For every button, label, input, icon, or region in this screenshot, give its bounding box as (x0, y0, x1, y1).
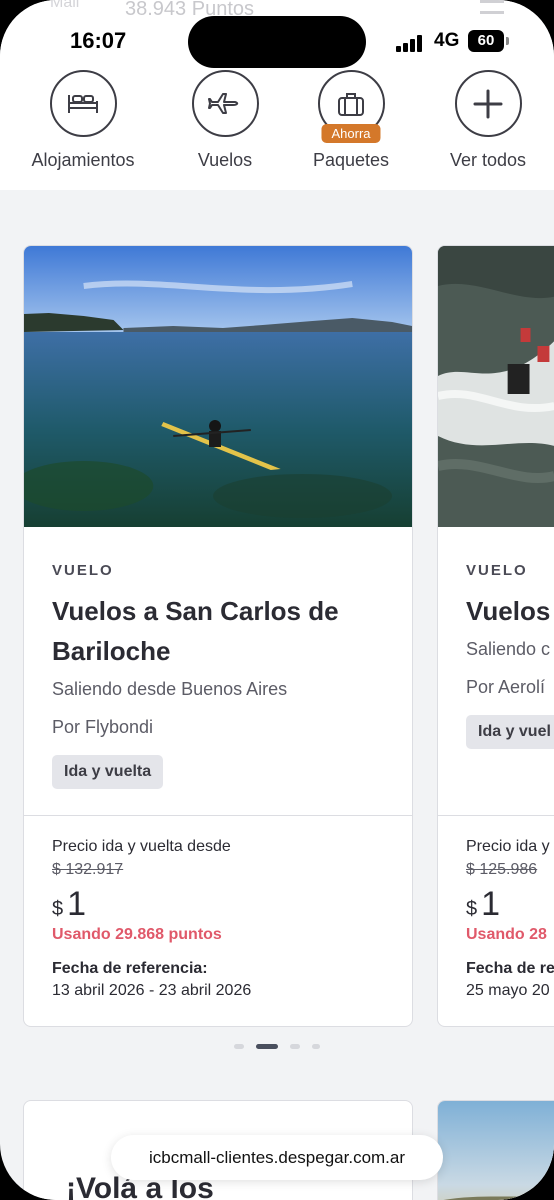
offer-card[interactable]: VUELO Vuelos Saliendo c Por Aerolí Ida y… (437, 245, 554, 1027)
card-title: Vuelos (466, 591, 554, 631)
category-label: Ver todos (449, 150, 527, 170)
app-screen: Mall 38.943 Puntos 16:07 4G 60 Alojamien… (0, 0, 554, 1200)
category-shortcuts: Alojamientos Vuelos Ahorra Paquetes Ver … (0, 70, 554, 180)
card-divider (24, 815, 412, 816)
carousel-dot[interactable] (290, 1044, 300, 1049)
points-used: Usando 29.868 puntos (52, 926, 222, 943)
carousel-dot[interactable] (312, 1044, 320, 1049)
card-body: VUELO Vuelos Saliendo c Por Aerolí Ida y… (466, 562, 554, 749)
status-time: 16:07 (70, 28, 127, 53)
product-type: VUELO (466, 562, 528, 579)
carousel-dot[interactable] (234, 1044, 244, 1049)
price-block: Precio ida y vuelta desde $ 132.917 $1 U… (52, 838, 412, 1000)
offer-card[interactable]: VUELO Vuelos a San Carlos de Bariloche S… (23, 245, 413, 1027)
carousel-pagination[interactable] (0, 1042, 554, 1050)
battery-icon: 60 (468, 30, 504, 52)
network-type: 4G (434, 30, 460, 51)
product-type: VUELO (52, 562, 114, 579)
airline-text: Por Flybondi (52, 717, 154, 737)
currency-symbol: $ (466, 898, 478, 920)
mall-label: Mall (50, 0, 80, 11)
cellular-signal-icon (396, 34, 426, 52)
top-header: Mall 38.943 Puntos 16:07 4G 60 Alojamien… (0, 0, 554, 190)
menu-icon (480, 0, 504, 14)
category-ver-todos[interactable]: Ver todos (418, 70, 554, 171)
card-title: Vuelos a San Carlos de Bariloche (52, 591, 412, 671)
promo-card-image[interactable] (437, 1100, 554, 1200)
reference-date-label: Fecha de re (466, 960, 554, 977)
lake-kayak-image (24, 246, 412, 527)
bed-icon (49, 70, 117, 137)
battery-tip (506, 37, 509, 45)
reference-date-label: Fecha de referencia: (52, 960, 208, 977)
old-price: $ 125.986 (466, 861, 538, 878)
current-price: $1 (52, 885, 412, 924)
price-block: Precio ida y $ 125.986 $1 Usando 28 Fech… (466, 838, 554, 1000)
sunset-image (438, 1101, 554, 1200)
old-price: $ 132.917 (52, 861, 124, 878)
card-title-line: Vuelos a San Carlos de (52, 596, 339, 626)
dynamic-island (188, 16, 366, 68)
savings-badge: Ahorra (321, 124, 381, 143)
trip-type-chip: Ida y vuelta (52, 755, 164, 789)
price-amount: 1 (481, 885, 501, 923)
points-used: Usando 28 (466, 926, 547, 943)
card-body: VUELO Vuelos a San Carlos de Bariloche S… (52, 562, 412, 789)
card-title-line: Bariloche (52, 636, 171, 666)
plus-icon (454, 70, 522, 137)
category-label: Alojamientos (31, 150, 135, 170)
origin-text: Saliendo desde Buenos Aires (52, 679, 288, 699)
card-divider (438, 815, 554, 816)
category-label: Vuelos (197, 150, 253, 170)
jetboat-river-image (438, 246, 554, 527)
category-alojamientos[interactable]: Alojamientos (13, 70, 153, 171)
category-paquetes[interactable]: Ahorra Paquetes (281, 70, 421, 171)
reference-dates: 25 mayo 20 (466, 982, 550, 999)
price-label: Precio ida y (466, 838, 550, 855)
plane-icon (191, 70, 259, 137)
airline-text: Por Aerolí (466, 677, 546, 697)
browser-url-bar[interactable]: icbcmall-clientes.despegar.com.ar (111, 1135, 443, 1180)
category-vuelos[interactable]: Vuelos (155, 70, 295, 171)
price-amount: 1 (67, 885, 87, 923)
category-label: Paquetes (312, 150, 390, 170)
carousel-dot-active[interactable] (256, 1044, 278, 1049)
origin-text: Saliendo c (466, 639, 551, 659)
reference-dates: 13 abril 2026 - 23 abril 2026 (52, 982, 252, 999)
price-label: Precio ida y vuelta desde (52, 838, 231, 855)
trip-type-chip: Ida y vuel (466, 715, 554, 749)
card-title-line: Vuelos (466, 596, 551, 626)
current-price: $1 (466, 885, 554, 924)
currency-symbol: $ (52, 898, 64, 920)
